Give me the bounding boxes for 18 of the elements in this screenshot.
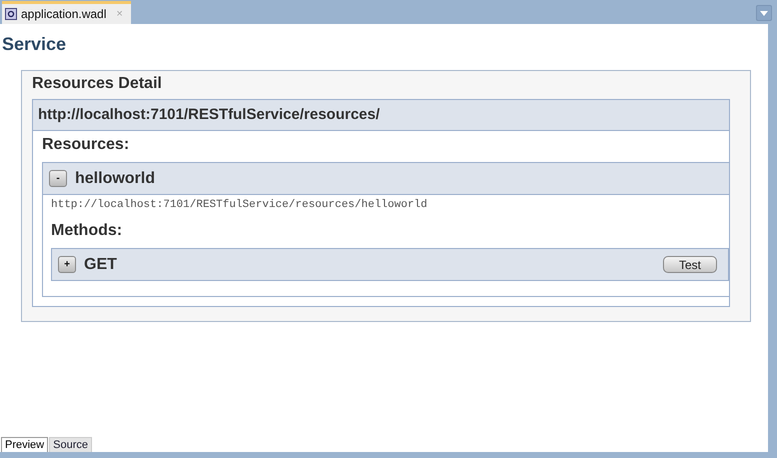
base-url-header: http://localhost:7101/RESTfulService/resources/ (33, 100, 729, 131)
resource-url: http://localhost:7101/RESTfulService/resources/helloworld (51, 199, 428, 211)
page-heading: Service (1, 33, 68, 55)
tab-title: application.wadl (21, 7, 106, 21)
collapse-button[interactable]: - (49, 170, 67, 187)
method-name: GET (84, 256, 117, 274)
panel-title: Resources Detail (32, 75, 163, 93)
view-tab[interactable]: Source (49, 437, 92, 452)
resource-name: helloworld (75, 170, 155, 188)
resources-label: Resources: (42, 136, 130, 154)
expand-button[interactable]: + (58, 256, 76, 273)
editor-tab[interactable]: application.wadl × (2, 1, 131, 24)
dropdown-button[interactable] (756, 5, 772, 21)
caret-icon (760, 10, 768, 16)
methods-label: Methods: (51, 222, 124, 240)
file-icon (5, 8, 17, 20)
test-button[interactable]: Test (663, 256, 717, 273)
view-tab[interactable]: Preview (1, 437, 48, 452)
